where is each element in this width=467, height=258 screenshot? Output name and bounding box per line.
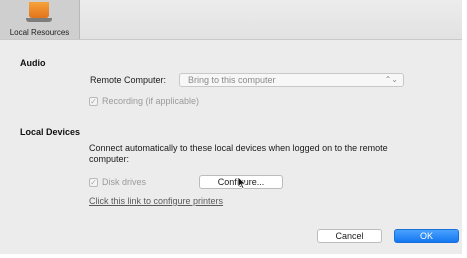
toolbar: Local Resources	[0, 0, 462, 40]
remote-computer-value: Bring to this computer	[188, 75, 276, 85]
disk-drives-label: Disk drives	[102, 177, 147, 187]
configure-printers-link[interactable]: Click this link to configure printers	[89, 196, 223, 206]
remote-computer-select[interactable]: Bring to this computer ⌃⌄	[179, 73, 404, 87]
local-resources-icon-base	[26, 18, 52, 22]
recording-checkbox-row[interactable]: ✓ Recording (if applicable)	[89, 96, 239, 108]
recording-label: Recording (if applicable)	[102, 96, 200, 106]
local-devices-section-title: Local Devices	[20, 127, 81, 137]
tab-label: Local Resources	[9, 28, 70, 37]
updown-chevron-icon: ⌃⌄	[384, 75, 398, 84]
remote-computer-label: Remote Computer:	[90, 75, 167, 85]
tab-local-resources[interactable]: Local Resources	[0, 0, 80, 39]
mouse-cursor-icon	[237, 177, 247, 189]
disk-drives-checkbox[interactable]: ✓	[89, 178, 98, 187]
local-resources-icon	[29, 2, 49, 18]
recording-checkbox[interactable]: ✓	[89, 97, 98, 106]
preferences-window: Local Resources Audio Remote Computer: B…	[0, 0, 462, 254]
cancel-button[interactable]: Cancel	[317, 229, 382, 243]
disk-drives-checkbox-row[interactable]: ✓ Disk drives	[89, 177, 169, 189]
audio-section-title: Audio	[20, 58, 46, 68]
local-devices-description: Connect automatically to these local dev…	[89, 143, 388, 164]
content-pane: Audio Remote Computer: Bring to this com…	[0, 40, 462, 254]
ok-button[interactable]: OK	[394, 229, 459, 243]
